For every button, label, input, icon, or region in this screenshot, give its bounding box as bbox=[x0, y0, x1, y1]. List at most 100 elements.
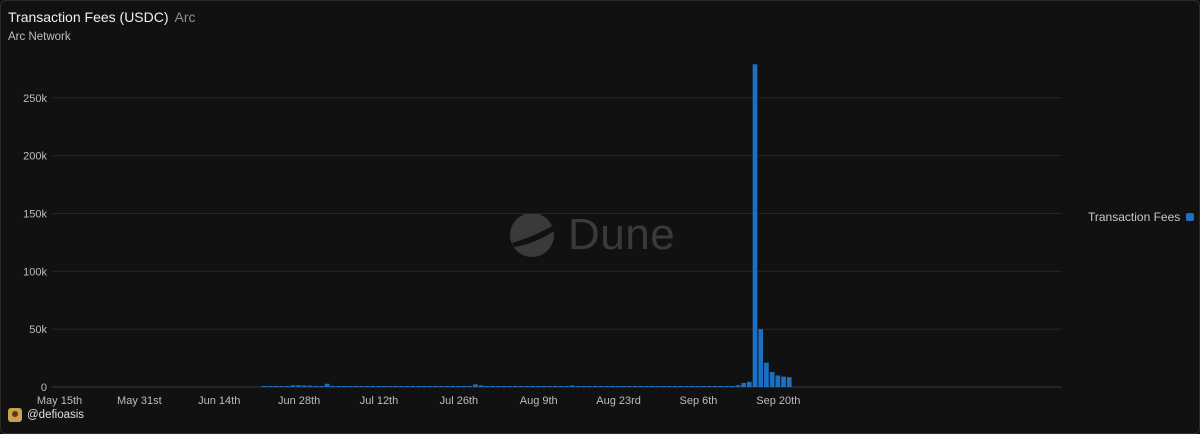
bar[interactable] bbox=[621, 386, 627, 387]
bar[interactable] bbox=[513, 386, 518, 387]
bar[interactable] bbox=[741, 382, 746, 387]
bar[interactable] bbox=[301, 385, 307, 387]
bar[interactable] bbox=[490, 386, 495, 387]
x-tick-label: Jul 12th bbox=[360, 395, 399, 407]
bar[interactable] bbox=[758, 329, 764, 387]
bar[interactable] bbox=[672, 386, 678, 387]
bar[interactable] bbox=[501, 386, 507, 387]
bar[interactable] bbox=[655, 386, 661, 387]
bar[interactable] bbox=[421, 386, 427, 387]
bar[interactable] bbox=[610, 386, 615, 387]
bar[interactable] bbox=[627, 386, 632, 387]
bar[interactable] bbox=[552, 386, 558, 387]
bar[interactable] bbox=[695, 386, 701, 387]
bar[interactable] bbox=[393, 386, 398, 387]
bar[interactable] bbox=[387, 386, 393, 387]
bar[interactable] bbox=[667, 386, 672, 387]
bar[interactable] bbox=[781, 376, 786, 387]
bar[interactable] bbox=[381, 386, 387, 387]
bar[interactable] bbox=[319, 386, 324, 387]
bar[interactable] bbox=[729, 386, 735, 387]
bar[interactable] bbox=[530, 386, 535, 387]
bar[interactable] bbox=[678, 386, 684, 387]
bar[interactable] bbox=[461, 386, 467, 387]
bar[interactable] bbox=[433, 386, 438, 387]
bar[interactable] bbox=[712, 386, 718, 387]
bar[interactable] bbox=[632, 386, 638, 387]
legend[interactable]: Transaction Fees bbox=[1088, 210, 1195, 224]
bar[interactable] bbox=[564, 386, 570, 387]
bar[interactable] bbox=[684, 386, 689, 387]
bar[interactable] bbox=[467, 386, 473, 387]
bar[interactable] bbox=[353, 386, 359, 387]
bar[interactable] bbox=[598, 386, 604, 387]
bar[interactable] bbox=[370, 386, 376, 387]
bar[interactable] bbox=[347, 386, 353, 387]
bar[interactable] bbox=[450, 386, 455, 387]
bar[interactable] bbox=[592, 386, 598, 387]
bar[interactable] bbox=[735, 385, 741, 387]
bar[interactable] bbox=[604, 386, 610, 387]
bar[interactable] bbox=[786, 377, 792, 387]
bar[interactable] bbox=[587, 386, 592, 387]
bar[interactable] bbox=[535, 386, 541, 387]
bar[interactable] bbox=[478, 385, 484, 387]
bar[interactable] bbox=[558, 386, 564, 387]
bar-chart: 0 50k 100k 150k 200k 250k May 15th May 31st Jun… bbox=[23, 64, 1062, 407]
bar[interactable] bbox=[752, 64, 758, 387]
bar[interactable] bbox=[649, 386, 655, 387]
legend-label: Transaction Fees bbox=[1088, 210, 1181, 224]
bar[interactable] bbox=[769, 371, 775, 387]
bar[interactable] bbox=[262, 386, 267, 387]
bar[interactable] bbox=[644, 386, 649, 387]
bar[interactable] bbox=[444, 386, 450, 387]
bar[interactable] bbox=[267, 386, 273, 387]
bar[interactable] bbox=[279, 386, 284, 387]
bar[interactable] bbox=[575, 386, 581, 387]
bar[interactable] bbox=[296, 385, 301, 387]
x-tick-label: May 31st bbox=[117, 395, 162, 407]
bar[interactable] bbox=[764, 362, 769, 387]
bar[interactable] bbox=[427, 386, 433, 387]
bar[interactable] bbox=[484, 386, 490, 387]
bar[interactable] bbox=[376, 386, 381, 387]
bar[interactable] bbox=[718, 386, 724, 387]
bar[interactable] bbox=[689, 386, 695, 387]
bar[interactable] bbox=[324, 383, 330, 387]
bar[interactable] bbox=[638, 386, 644, 387]
bar[interactable] bbox=[547, 386, 552, 387]
bar[interactable] bbox=[661, 386, 667, 387]
bar[interactable] bbox=[724, 386, 729, 387]
bar[interactable] bbox=[541, 386, 547, 387]
bar[interactable] bbox=[524, 386, 530, 387]
bar[interactable] bbox=[364, 386, 370, 387]
bar[interactable] bbox=[581, 386, 587, 387]
bar[interactable] bbox=[330, 386, 336, 387]
bar[interactable] bbox=[359, 386, 364, 387]
bar[interactable] bbox=[473, 384, 478, 387]
bar[interactable] bbox=[495, 386, 501, 387]
bar[interactable] bbox=[707, 386, 712, 387]
bar[interactable] bbox=[307, 385, 313, 387]
bar[interactable] bbox=[313, 386, 319, 387]
bar[interactable] bbox=[290, 385, 296, 387]
bar[interactable] bbox=[398, 386, 404, 387]
bar[interactable] bbox=[615, 386, 621, 387]
bar[interactable] bbox=[416, 386, 421, 387]
bar[interactable] bbox=[518, 386, 524, 387]
bar[interactable] bbox=[775, 375, 781, 387]
y-tick-label: 0 bbox=[41, 382, 47, 394]
bar[interactable] bbox=[507, 386, 513, 387]
bar[interactable] bbox=[410, 386, 416, 387]
bar[interactable] bbox=[336, 386, 341, 387]
bar[interactable] bbox=[273, 386, 279, 387]
bar[interactable] bbox=[570, 385, 575, 387]
bar[interactable] bbox=[438, 386, 444, 387]
author-handle[interactable]: @defioasis bbox=[27, 409, 84, 421]
bar[interactable] bbox=[341, 386, 347, 387]
bar[interactable] bbox=[404, 386, 410, 387]
bar[interactable] bbox=[746, 381, 752, 387]
bar[interactable] bbox=[455, 386, 461, 387]
bar[interactable] bbox=[701, 386, 707, 387]
bar[interactable] bbox=[284, 385, 290, 387]
